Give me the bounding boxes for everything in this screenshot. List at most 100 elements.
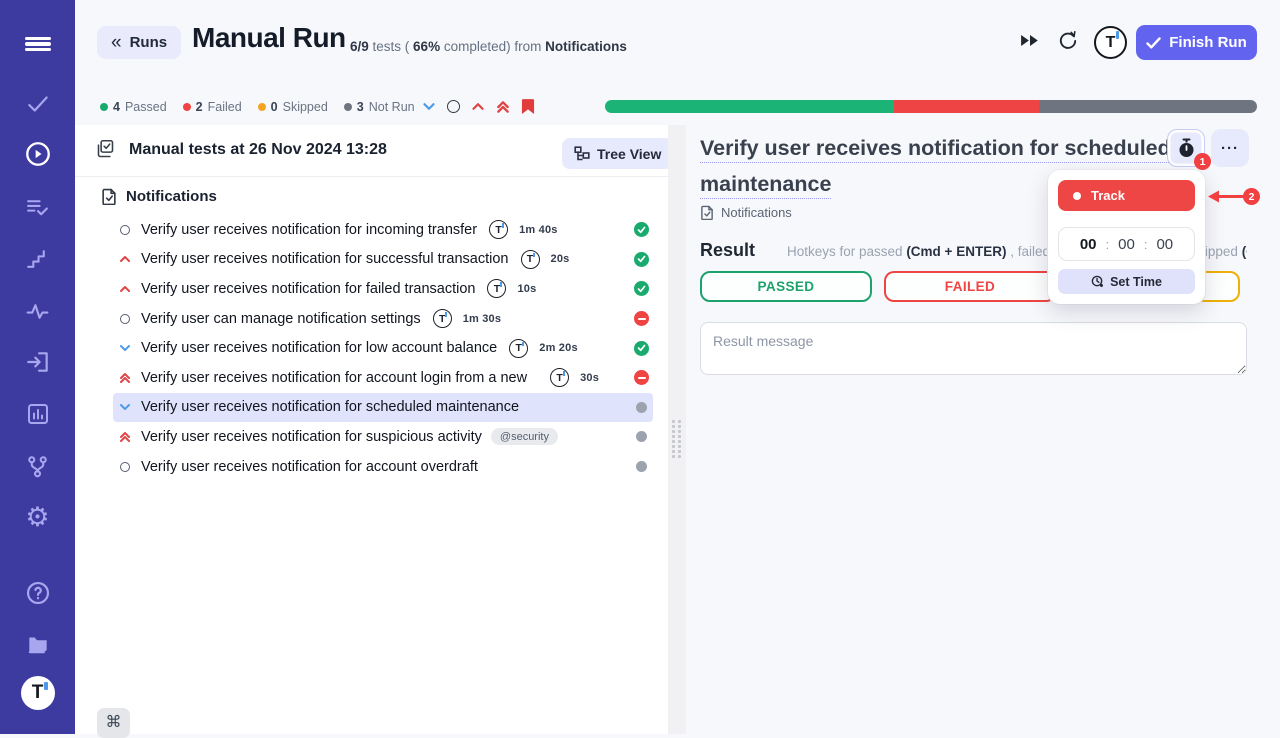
result-passed-button[interactable]: PASSED [700, 271, 872, 302]
run-play-icon[interactable] [0, 137, 75, 171]
run-summary: 6/9 tests ( 66% completed) from Notifica… [350, 39, 627, 54]
step-badge-1: 1 [1194, 153, 1211, 170]
test-row[interactable]: Verify user receives notification for fa… [113, 274, 653, 304]
settings-gear-icon[interactable]: ⚙ [0, 500, 75, 534]
priority-normal-icon [117, 462, 132, 472]
branches-icon[interactable] [0, 449, 75, 483]
run-progressbar [605, 100, 1257, 113]
tutorial-arrow-icon [1205, 189, 1247, 204]
test-row[interactable]: Verify user receives notification for lo… [113, 333, 653, 363]
priority-normal-icon [117, 314, 132, 324]
testomat-logo-icon[interactable]: T [0, 676, 75, 710]
test-list: Verify user receives notification for in… [113, 215, 653, 481]
more-options-button[interactable]: ··· [1211, 129, 1249, 167]
test-title: Verify user receives notification for sc… [141, 399, 519, 415]
run-name-label: Manual tests at 26 Nov 2024 13:28 [129, 141, 387, 159]
test-duration: 20s [551, 253, 570, 265]
track-time-popover: Track 00 : 00 : 00 Set Time [1048, 170, 1205, 304]
test-duration: 1m 30s [463, 313, 502, 325]
status-passed-icon [634, 222, 649, 237]
test-title: Verify user receives notification for lo… [141, 340, 497, 356]
testomat-badge-icon: T [550, 368, 569, 387]
test-duration: 1m 40s [519, 224, 558, 236]
steps-icon[interactable] [0, 242, 75, 276]
reports-chart-icon[interactable] [0, 397, 75, 431]
testomat-badge-icon: T [521, 250, 540, 269]
suite-group-header[interactable]: Notifications [101, 188, 217, 205]
skipped-count: 0Skipped [258, 100, 328, 114]
menu-icon[interactable] [0, 27, 75, 61]
timer-history-icon[interactable] [1057, 30, 1079, 57]
ellipsis-icon: ··· [1221, 140, 1239, 157]
testomat-header-logo-icon[interactable]: T [1094, 26, 1127, 59]
step-badge-2: 2 [1243, 188, 1260, 205]
test-row-selected[interactable]: Verify user receives notification for sc… [113, 393, 653, 423]
bookmark-filter-icon[interactable] [521, 98, 535, 115]
status-notrun-icon [636, 431, 647, 442]
tasks-check-icon[interactable] [0, 87, 75, 121]
test-row[interactable]: Verify user receives notification for ac… [113, 363, 653, 393]
priority-high-filter-icon[interactable] [471, 102, 485, 111]
test-row[interactable]: Verify user receives notification for su… [113, 422, 653, 452]
drag-handle-icon[interactable] [672, 420, 682, 458]
test-title: Verify user receives notification for ac… [141, 370, 527, 386]
progress-notrun-segment [1039, 100, 1257, 113]
projects-folder-icon[interactable] [0, 627, 75, 661]
status-notrun-icon [636, 402, 647, 413]
priority-highest-filter-icon[interactable] [496, 100, 510, 114]
priority-low-filter-icon[interactable] [422, 102, 436, 111]
passed-dot-icon [100, 103, 108, 111]
minutes-value[interactable]: 00 [1118, 236, 1135, 253]
test-title: Verify user receives notification for su… [141, 429, 482, 445]
test-row[interactable]: Verify user receives notification for su… [113, 245, 653, 275]
result-message-input[interactable] [700, 322, 1247, 375]
status-passed-icon [634, 341, 649, 356]
set-time-button[interactable]: Set Time [1058, 269, 1195, 294]
test-tag: @security [491, 428, 558, 445]
status-notrun-icon [636, 461, 647, 472]
tree-view-icon [574, 146, 590, 162]
detail-breadcrumb[interactable]: Notifications [700, 205, 792, 220]
finish-run-label: Finish Run [1169, 34, 1247, 51]
result-heading: Result [700, 240, 755, 261]
panel-divider [75, 176, 668, 177]
test-row[interactable]: Verify user receives notification for ac… [113, 452, 653, 482]
suite-group-label: Notifications [126, 188, 217, 205]
priority-low-icon [117, 403, 132, 411]
time-input[interactable]: 00 : 00 : 00 [1058, 227, 1195, 261]
seconds-value[interactable]: 00 [1156, 236, 1173, 253]
run-title-row: Manual tests at 26 Nov 2024 13:28 [95, 139, 387, 160]
priority-normal-filter-icon[interactable] [447, 100, 460, 113]
back-to-runs-button[interactable]: « Runs [97, 26, 181, 59]
import-icon[interactable] [0, 345, 75, 379]
test-row[interactable]: Verify user receives notification for in… [113, 215, 653, 245]
pulse-icon[interactable] [0, 294, 75, 328]
tree-view-label: Tree View [597, 146, 661, 162]
app-sidebar: ⚙ T [0, 0, 75, 734]
completed-percent: 66% [413, 39, 440, 54]
result-failed-button[interactable]: FAILED [884, 271, 1056, 302]
help-icon[interactable] [0, 576, 75, 610]
test-row[interactable]: Verify user can manage notification sett… [113, 304, 653, 334]
test-title: Verify user receives notification for fa… [141, 281, 475, 297]
status-failed-icon [634, 370, 649, 385]
failed-count: 2Failed [183, 100, 242, 114]
test-duration: 10s [517, 283, 536, 295]
testomat-badge-icon: T [433, 309, 452, 328]
testomat-badge-icon: T [489, 220, 508, 239]
stopwatch-icon [1177, 138, 1196, 158]
track-label: Track [1091, 188, 1125, 203]
back-to-runs-label: Runs [130, 34, 168, 51]
test-title: Verify user can manage notification sett… [141, 311, 421, 327]
fast-forward-icon[interactable] [1020, 33, 1040, 53]
status-failed-icon [634, 311, 649, 326]
testomat-badge-icon: T [487, 279, 506, 298]
track-button[interactable]: Track [1058, 180, 1195, 211]
tree-view-button[interactable]: Tree View [562, 138, 673, 169]
check-icon [1146, 37, 1161, 49]
finish-run-button[interactable]: Finish Run [1136, 25, 1257, 60]
progress-failed-segment [894, 100, 1039, 113]
panel-resize-gutter[interactable] [668, 125, 686, 734]
test-list-check-icon[interactable] [0, 190, 75, 224]
hours-value[interactable]: 00 [1080, 236, 1097, 253]
